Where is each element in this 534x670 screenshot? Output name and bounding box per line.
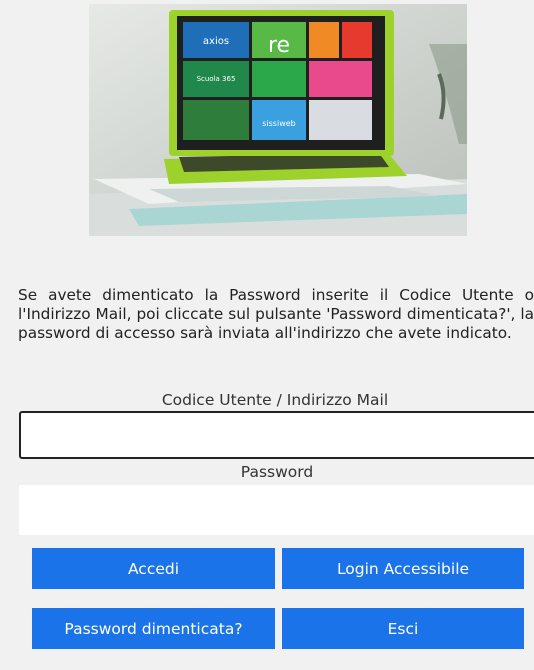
tile-sissiweb-label: sissiweb [262, 119, 296, 128]
tile-axios-label: axios [203, 36, 229, 47]
tile-scuola-label: Scuola 365 [197, 75, 236, 83]
user-field-label: Codice Utente / Indirizzo Mail [161, 391, 389, 409]
user-code-email-input[interactable] [19, 411, 534, 459]
tile-re-label: re [268, 33, 290, 58]
login-button[interactable]: Accedi [32, 548, 275, 589]
password-recovery-instructions: Se avete dimenticato la Password inserit… [18, 286, 534, 342]
hero-image: axios re Scuola 365 sissiweb [89, 4, 467, 236]
exit-button[interactable]: Esci [282, 608, 524, 649]
password-field-label: Password [240, 463, 314, 481]
accessible-login-button[interactable]: Login Accessibile [282, 548, 524, 589]
forgot-password-button[interactable]: Password dimenticata? [32, 608, 275, 649]
password-input[interactable] [19, 485, 534, 535]
